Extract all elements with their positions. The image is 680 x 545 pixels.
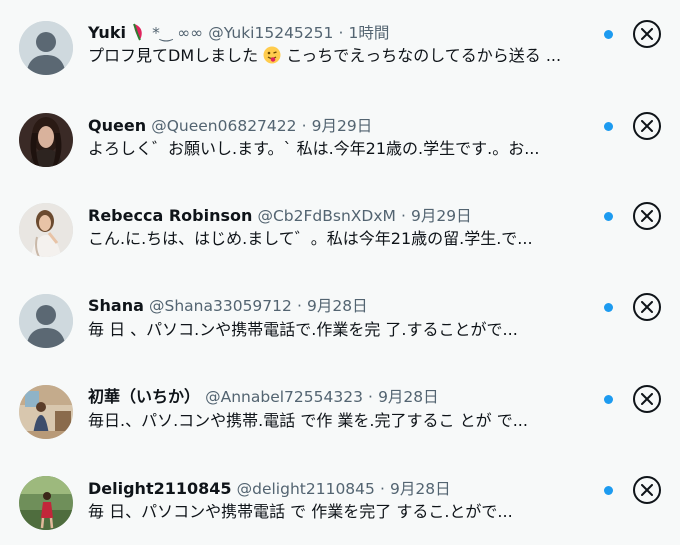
display-name: 初華（いちか） [88, 387, 201, 406]
display-name: Delight2110845 [88, 479, 232, 498]
message-time: 9月29日 [411, 207, 472, 225]
message-preview: 毎日.、パソ.コンや携帯.電話 で作 業を.完了するこ とが で... [88, 411, 528, 430]
winking-tongue-emoji-icon [263, 46, 281, 67]
dm-conversation-list: Yuki *‿ ∞∞ @Yuki15245251 · 1時間 プロフ見てDMしま… [0, 0, 680, 545]
message-preview: プロフ見てDMしました こっちでえっちなのしてるから送る ... [88, 45, 588, 67]
conversation-row[interactable]: Shana @Shana33059712 · 9月28日 毎 日 、パソコ.ンや… [0, 270, 680, 360]
message-preview: 毎 日、パソコンや携帯電話 で 作業を完了 するこ.とがで... [88, 502, 513, 521]
user-handle: @Yuki15245251 [208, 24, 334, 42]
close-icon[interactable] [633, 112, 661, 140]
display-name: Yuki [88, 23, 126, 42]
display-name: Rebecca Robinson [88, 206, 253, 225]
message-time: 9月28日 [307, 297, 368, 315]
message-preview: よろしく゛お願いし.ます。` 私は.今年21歳の.学生です.。お... [88, 139, 540, 158]
unread-indicator [604, 395, 613, 404]
message-preview: こん.に.ちは、はじめ.まして゛。私は今年21歳の留.学生.で... [88, 229, 533, 248]
profile-photo-avatar[interactable] [19, 385, 73, 439]
close-icon[interactable] [633, 20, 661, 48]
conversation-header: Yuki *‿ ∞∞ @Yuki15245251 · 1時間 [88, 22, 389, 44]
message-time: 9月28日 [390, 480, 451, 498]
close-icon[interactable] [633, 476, 661, 504]
conversation-row[interactable]: Delight2110845 @delight2110845 · 9月28日 毎… [0, 450, 680, 540]
conversation-row[interactable]: 初華（いちか） @Annabel72554323 · 9月28日 毎日.、パソ.… [0, 360, 680, 450]
default-avatar[interactable] [19, 21, 73, 75]
default-avatar[interactable] [19, 294, 73, 348]
user-handle: @Cb2FdBsnXDxM [257, 207, 396, 225]
separator-dot: · [301, 117, 307, 135]
user-handle: @Queen06827422 [151, 117, 297, 135]
user-handle: @Shana33059712 [149, 297, 292, 315]
profile-photo-avatar[interactable] [19, 203, 73, 257]
name-decoration: *‿ ∞∞ [152, 24, 204, 42]
separator-dot: · [338, 24, 344, 42]
close-icon[interactable] [633, 293, 661, 321]
message-time: 9月28日 [378, 388, 439, 406]
message-time: 1時間 [348, 24, 390, 42]
separator-dot: · [400, 207, 406, 225]
display-name: Queen [88, 116, 147, 135]
message-preview: 毎 日 、パソコ.ンや携帯電話で.作業を完 了.することがで... [88, 320, 518, 339]
profile-photo-avatar[interactable] [19, 476, 73, 530]
unread-indicator [604, 303, 613, 312]
conversation-header: Shana @Shana33059712 · 9月28日 [88, 295, 368, 317]
separator-dot: · [379, 480, 385, 498]
conversation-row[interactable]: Rebecca Robinson @Cb2FdBsnXDxM · 9月29日 こ… [0, 180, 680, 270]
separator-dot: · [296, 297, 302, 315]
conversation-header: Rebecca Robinson @Cb2FdBsnXDxM · 9月29日 [88, 205, 472, 227]
close-icon[interactable] [633, 385, 661, 413]
profile-photo-avatar[interactable] [19, 113, 73, 167]
display-name: Shana [88, 296, 144, 315]
conversation-header: Delight2110845 @delight2110845 · 9月28日 [88, 478, 451, 500]
user-handle: @delight2110845 [236, 480, 375, 498]
unread-indicator [604, 486, 613, 495]
unread-indicator [604, 212, 613, 221]
conversation-row[interactable]: Yuki *‿ ∞∞ @Yuki15245251 · 1時間 プロフ見てDMしま… [0, 0, 680, 90]
user-handle: @Annabel72554323 [205, 388, 363, 406]
unread-indicator [604, 122, 613, 131]
separator-dot: · [368, 388, 373, 406]
close-icon[interactable] [633, 202, 661, 230]
message-time: 9月29日 [311, 117, 373, 135]
conversation-row[interactable]: Queen @Queen06827422 · 9月29日 よろしく゛お願いし.ま… [0, 90, 680, 180]
unread-indicator [604, 30, 613, 39]
conversation-header: Queen @Queen06827422 · 9月29日 [88, 115, 372, 137]
message-preview-text: プロフ見てDMしました [88, 46, 259, 65]
message-preview-text: こっちでえっちなのしてるから送る ... [286, 46, 562, 65]
name-emoji-icon [131, 23, 147, 47]
conversation-header: 初華（いちか） @Annabel72554323 · 9月28日 [88, 386, 439, 408]
